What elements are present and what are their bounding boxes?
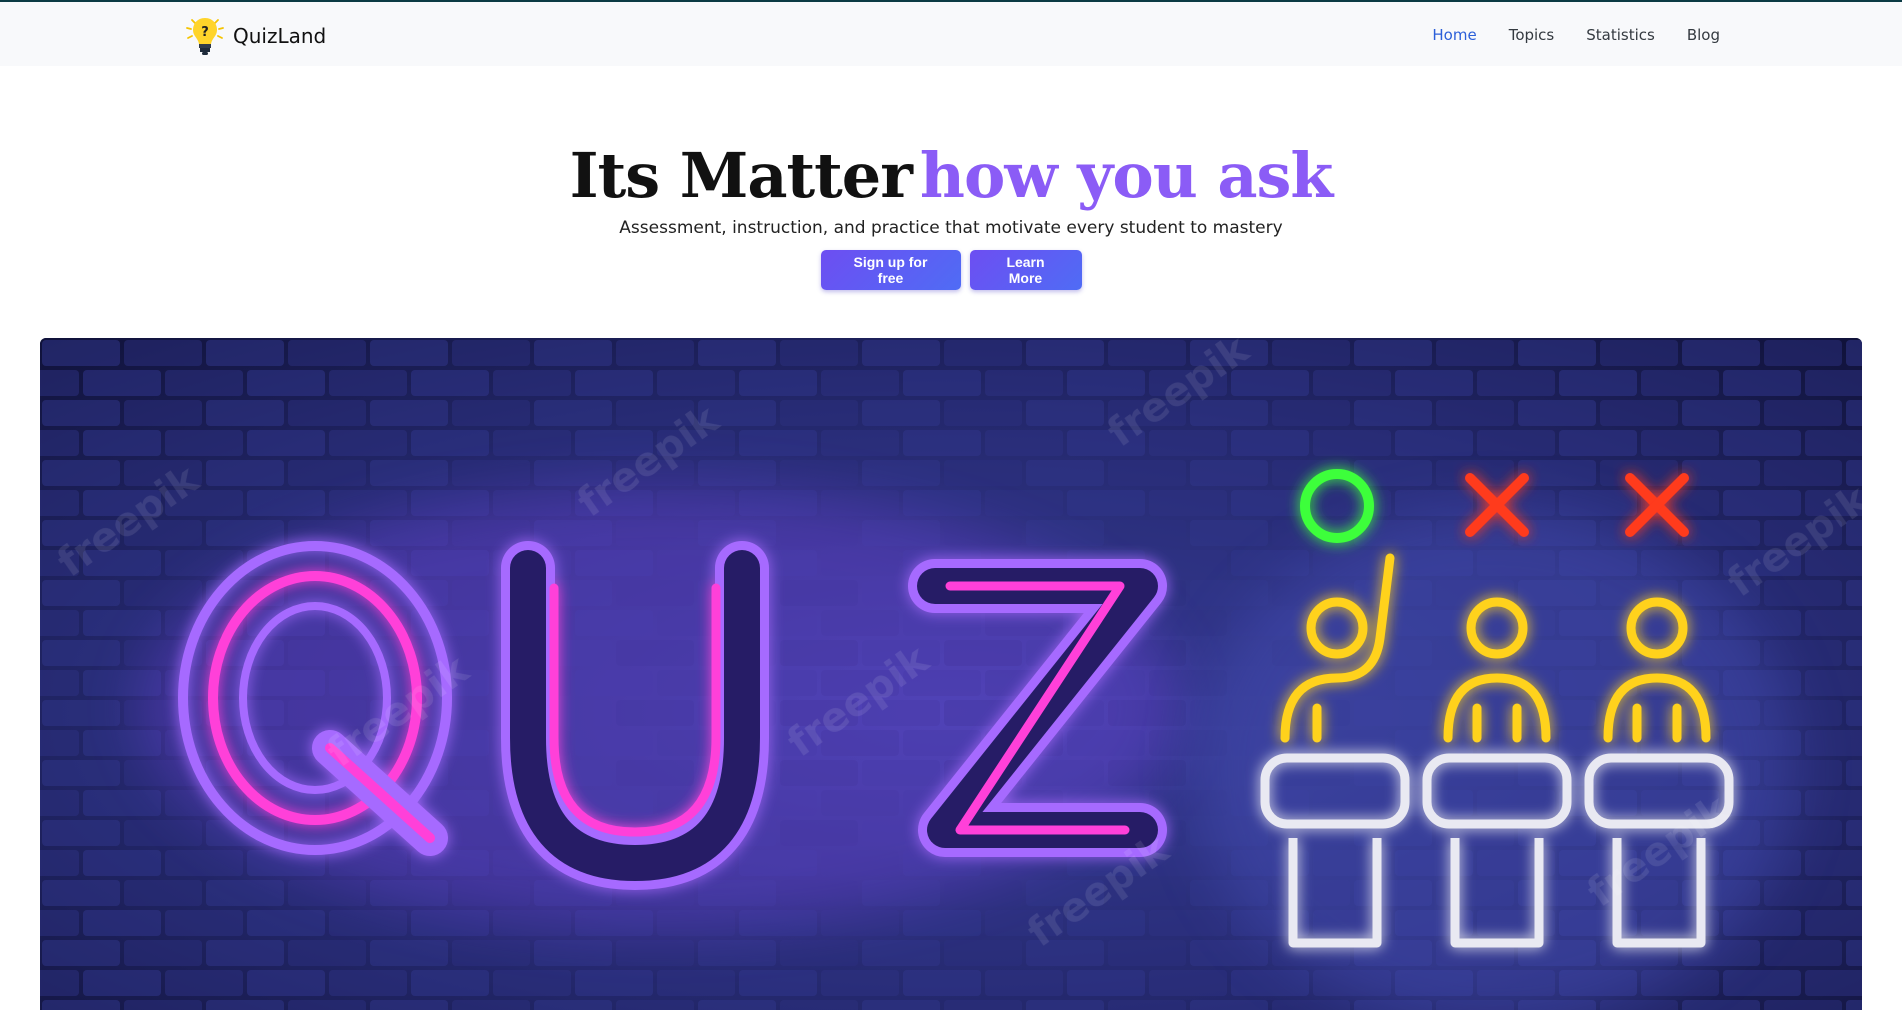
neon-quiz-illustration: freepik freepik freepik freepik freepik …	[40, 338, 1862, 1010]
sign-up-button[interactable]: Sign up for free	[820, 250, 961, 290]
top-navbar: ? QuizLand Home Topics Statistics Blog	[0, 0, 1902, 66]
learn-more-button[interactable]: Learn More	[969, 250, 1082, 290]
nav-link-statistics[interactable]: Statistics	[1586, 26, 1655, 44]
hero-title-accent: how you ask	[919, 139, 1333, 212]
hero-section: Its Matter how you ask Assessment, instru…	[0, 140, 1902, 290]
hero-title: Its Matter how you ask	[0, 140, 1902, 212]
nav-link-blog[interactable]: Blog	[1687, 26, 1720, 44]
lightbulb-question-icon: ?	[186, 18, 224, 55]
main-nav: Home Topics Statistics Blog	[1432, 26, 1720, 44]
svg-text:?: ?	[201, 25, 209, 40]
hero-banner-image: freepik freepik freepik freepik freepik …	[40, 338, 1862, 1010]
nav-link-topics[interactable]: Topics	[1509, 26, 1555, 44]
brand[interactable]: ? QuizLand	[183, 14, 326, 58]
brand-name: QuizLand	[233, 24, 327, 48]
hero-title-plain: Its Matter	[569, 139, 913, 212]
nav-link-home[interactable]: Home	[1432, 26, 1476, 44]
hero-subtitle: Assessment, instruction, and practice th…	[619, 218, 1283, 238]
hero-buttons: Sign up for free Learn More	[0, 250, 1902, 290]
